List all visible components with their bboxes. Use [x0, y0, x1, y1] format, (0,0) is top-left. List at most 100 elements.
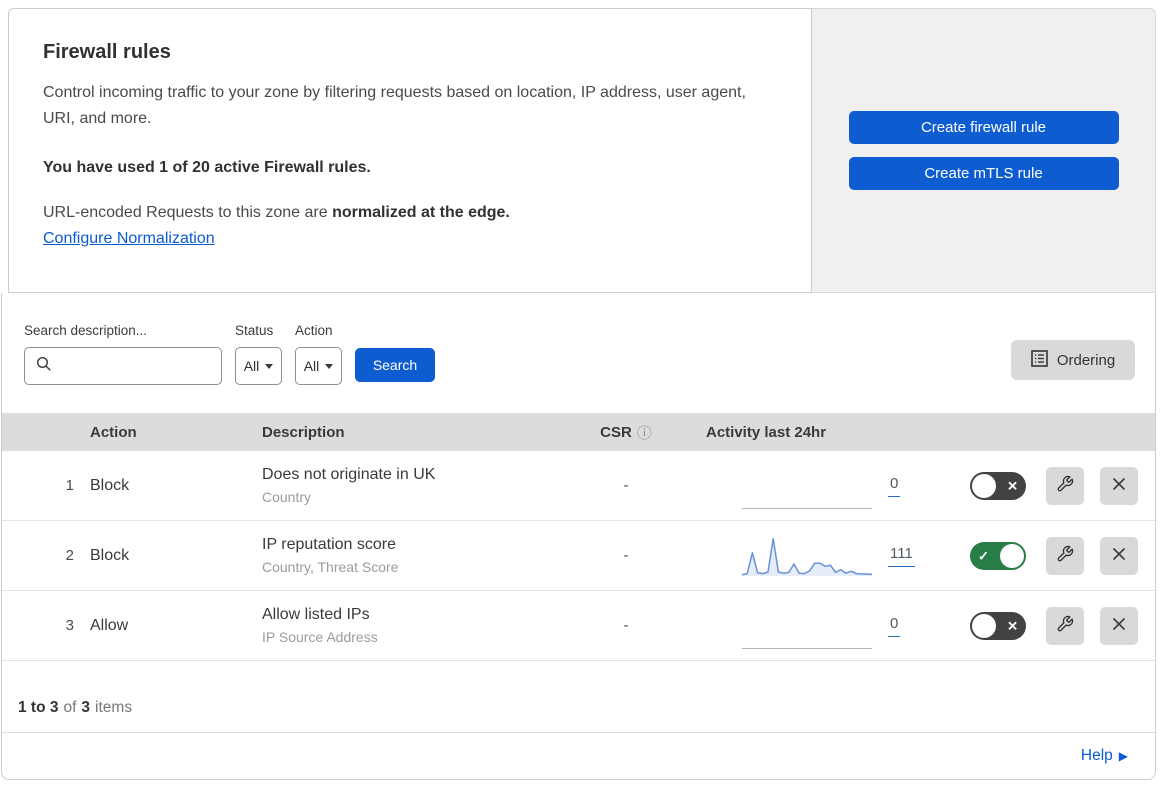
- activity-sparkline: [742, 463, 872, 509]
- toggle-knob: [1000, 543, 1024, 568]
- rule-delete-cell: [1100, 606, 1155, 645]
- close-icon: [1111, 546, 1127, 565]
- toggle-knob: [972, 473, 996, 498]
- table-row: 1 Block Does not originate in UK Country…: [2, 451, 1155, 521]
- search-button[interactable]: Search: [355, 348, 435, 382]
- rule-action: Block: [90, 546, 130, 564]
- edit-rule-button[interactable]: [1046, 606, 1084, 645]
- pagination-items: items: [95, 699, 133, 716]
- column-header-action: Action: [90, 423, 137, 441]
- delete-rule-button[interactable]: [1100, 466, 1138, 505]
- ordering-button-label: Ordering: [1056, 351, 1116, 369]
- rule-description: Allow listed IPs: [262, 606, 370, 623]
- rule-action: Block: [90, 476, 130, 494]
- rule-enabled-toggle[interactable]: ✓ ✕: [970, 471, 1026, 500]
- search-input[interactable]: [24, 347, 222, 385]
- activity-count-link[interactable]: 111: [888, 545, 915, 567]
- action-select-value: All: [303, 358, 320, 374]
- create-mtls-rule-button[interactable]: Create mTLS rule: [848, 157, 1119, 190]
- wrench-icon: [1056, 545, 1074, 566]
- column-header-csr: CSR ⓘ: [584, 422, 668, 443]
- wrench-icon: [1056, 615, 1074, 636]
- ordering-button[interactable]: Ordering: [1011, 340, 1135, 380]
- pagination-total: 3: [81, 699, 91, 716]
- rule-criteria: IP Source Address: [262, 629, 378, 645]
- help-bar: Help ▶: [2, 733, 1155, 779]
- rule-priority: 3: [65, 617, 74, 634]
- help-link[interactable]: Help: [1081, 747, 1113, 765]
- rules-card: Search description... Status All Action …: [1, 293, 1156, 780]
- pagination-range: 1 to 3: [18, 699, 59, 716]
- list-icon: [1031, 349, 1048, 371]
- check-icon: ✓: [978, 548, 989, 563]
- rule-activity-cell: 0: [668, 463, 962, 509]
- rule-edit-cell: [1046, 536, 1100, 575]
- rule-description: IP reputation score: [262, 536, 397, 553]
- configure-normalization-link[interactable]: Configure Normalization: [43, 230, 215, 248]
- action-select[interactable]: All: [295, 347, 342, 385]
- rule-description: Does not originate in UK: [262, 466, 436, 483]
- pagination-of: of: [63, 699, 77, 716]
- edit-rule-button[interactable]: [1046, 536, 1084, 575]
- wrench-icon: [1056, 475, 1074, 496]
- rule-toggle-cell: ✓ ✕: [962, 471, 1046, 500]
- arrow-right-icon: ▶: [1118, 749, 1128, 763]
- close-icon: [1111, 476, 1127, 495]
- usage-note: You have used 1 of 20 active Firewall ru…: [43, 158, 371, 176]
- toggle-knob: [972, 613, 996, 638]
- rule-description-cell: Allow listed IPs IP Source Address: [262, 606, 584, 645]
- activity-count-link[interactable]: 0: [888, 475, 901, 497]
- x-icon: ✕: [1007, 618, 1018, 633]
- rule-action: Allow: [90, 616, 129, 634]
- activity-count-link[interactable]: 0: [888, 615, 901, 637]
- actions-panel: Create firewall rule Create mTLS rule: [812, 8, 1156, 293]
- table-row: 3 Allow Allow listed IPs IP Source Addre…: [2, 591, 1155, 661]
- action-filter-group: Action All: [295, 323, 342, 385]
- rule-edit-cell: [1046, 606, 1100, 645]
- status-select[interactable]: All: [235, 347, 282, 385]
- column-header-activity: Activity last 24hr: [706, 423, 827, 441]
- chevron-down-icon: [265, 363, 274, 369]
- column-header-description: Description: [262, 423, 345, 441]
- csr-header-label: CSR: [600, 423, 632, 441]
- info-icon[interactable]: ⓘ: [637, 422, 652, 443]
- action-label: Action: [295, 323, 333, 338]
- rule-csr-value: -: [623, 547, 629, 564]
- delete-rule-button[interactable]: [1100, 536, 1138, 575]
- rule-enabled-toggle[interactable]: ✓ ✕: [970, 611, 1026, 640]
- rule-activity-cell: 111: [668, 533, 962, 579]
- x-icon: ✕: [1007, 478, 1018, 493]
- rule-priority: 1: [65, 477, 74, 494]
- rule-enabled-toggle[interactable]: ✓ ✕: [970, 541, 1026, 570]
- create-firewall-rule-button[interactable]: Create firewall rule: [848, 111, 1119, 144]
- header-section: Firewall rules Control incoming traffic …: [8, 8, 1156, 293]
- normalization-note: URL-encoded Requests to this zone are no…: [43, 204, 777, 222]
- activity-sparkline: [742, 533, 872, 579]
- intro-card: Firewall rules Control incoming traffic …: [8, 8, 812, 293]
- close-icon: [1111, 616, 1127, 635]
- intro-description: Control incoming traffic to your zone by…: [43, 84, 746, 127]
- search-label: Search description...: [24, 323, 148, 338]
- delete-rule-button[interactable]: [1100, 606, 1138, 645]
- edit-rule-button[interactable]: [1046, 466, 1084, 505]
- rule-csr-value: -: [623, 617, 629, 634]
- status-select-value: All: [243, 358, 260, 374]
- page-title: Firewall rules: [43, 41, 171, 63]
- table-header: Action Description CSR ⓘ Activity last 2…: [2, 413, 1155, 451]
- status-filter-group: Status All: [235, 323, 282, 385]
- status-label: Status: [235, 323, 274, 338]
- rule-toggle-cell: ✓ ✕: [962, 611, 1046, 640]
- rule-criteria: Country, Threat Score: [262, 559, 399, 575]
- rule-activity-cell: 0: [668, 603, 962, 649]
- filter-bar: Search description... Status All Action …: [2, 293, 1155, 413]
- activity-sparkline: [742, 603, 872, 649]
- search-icon: [36, 356, 52, 377]
- rule-toggle-cell: ✓ ✕: [962, 541, 1046, 570]
- rule-edit-cell: [1046, 466, 1100, 505]
- rule-criteria: Country: [262, 489, 312, 505]
- chevron-down-icon: [325, 363, 334, 369]
- rule-csr-value: -: [623, 477, 629, 494]
- rule-description-cell: Does not originate in UK Country: [262, 466, 584, 505]
- rule-delete-cell: [1100, 466, 1155, 505]
- rule-delete-cell: [1100, 536, 1155, 575]
